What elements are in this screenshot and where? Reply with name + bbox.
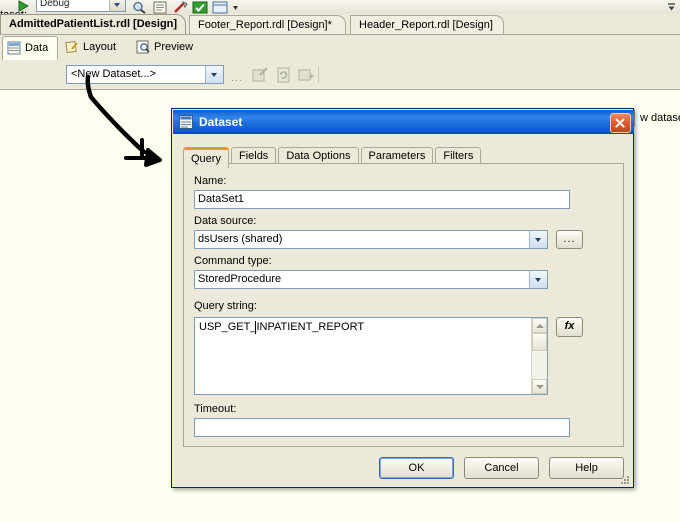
tab-data[interactable]: Data <box>2 36 58 60</box>
object-browser-icon[interactable] <box>212 1 228 14</box>
dataset-dialog: Dataset Query Fields Data Options Parame… <box>171 108 634 488</box>
command-type-label: Command type: <box>194 255 272 267</box>
cancel-button-label: Cancel <box>484 462 519 474</box>
name-label: Name: <box>194 175 227 187</box>
view-tab-bar: Data Layout Preview <box>0 35 680 60</box>
run-query-icon[interactable] <box>298 67 315 83</box>
document-tab-admitted-patient-list[interactable]: AdmittedPatientList.rdl [Design] <box>0 14 186 34</box>
tab-data-label: Data <box>25 42 49 54</box>
timeout-label: Timeout: <box>194 403 237 415</box>
preview-view-icon <box>136 40 150 54</box>
resize-grip[interactable] <box>620 475 630 485</box>
expression-button-label: fx <box>564 320 575 332</box>
build-configuration-combo[interactable]: Debug <box>36 0 126 12</box>
dataset-combo-value: <New Dataset...> <box>71 68 156 80</box>
layout-view-icon <box>65 40 78 54</box>
help-button-label: Help <box>575 462 598 474</box>
document-tab-label: Header_Report.rdl [Design] <box>359 19 493 31</box>
solution-explorer-icon[interactable] <box>192 1 208 14</box>
data-view-icon <box>7 41 21 55</box>
expression-button[interactable]: fx <box>556 317 583 337</box>
refresh-fields-icon[interactable] <box>275 67 292 83</box>
query-string-textarea[interactable]: USP_GET_INPATIENT_REPORT <box>194 317 548 395</box>
name-input-value: DataSet1 <box>198 193 244 205</box>
document-tab-label: AdmittedPatientList.rdl [Design] <box>9 18 178 30</box>
find-icon[interactable] <box>132 1 148 14</box>
tab-layout[interactable]: Layout <box>61 36 129 59</box>
document-tab-label: Footer_Report.rdl [Design]* <box>198 19 332 31</box>
query-scrollbar[interactable] <box>531 318 547 394</box>
dialog-title-text: Dataset <box>199 115 243 129</box>
name-input[interactable]: DataSet1 <box>194 190 570 209</box>
background-hint-text: w dataset <box>640 112 680 124</box>
dataset-combo[interactable]: <New Dataset...> <box>66 65 224 84</box>
help-button[interactable]: Help <box>549 457 624 479</box>
dialog-tab-label: Fields <box>238 150 269 162</box>
dialog-tab-label: Filters <box>443 150 474 162</box>
ok-button[interactable]: OK <box>379 457 454 479</box>
data-source-browse-button[interactable]: ... <box>556 230 583 249</box>
dataset-icon <box>179 115 193 129</box>
query-string-label: Query string: <box>194 300 257 312</box>
dataset-ellipsis: ... <box>231 72 244 84</box>
scroll-down-icon[interactable] <box>532 379 547 394</box>
document-tab-header-report[interactable]: Header_Report.rdl [Design] <box>350 15 504 34</box>
command-type-combo[interactable]: StoredProcedure <box>194 270 548 289</box>
edit-dataset-icon[interactable] <box>252 67 269 83</box>
text-caret <box>255 321 256 334</box>
timeout-input[interactable] <box>194 418 570 437</box>
tab-preview-label: Preview <box>154 41 194 53</box>
document-tab-footer-report[interactable]: Footer_Report.rdl [Design]* <box>189 15 346 34</box>
data-source-combo[interactable]: dsUsers (shared) <box>194 230 548 249</box>
dialog-titlebar[interactable]: Dataset <box>173 110 634 134</box>
close-icon[interactable] <box>610 113 631 133</box>
chevron-down-icon[interactable] <box>529 271 547 288</box>
data-source-label: Data source: <box>194 215 257 227</box>
main-toolbar: Debug <box>0 0 680 14</box>
dialog-tab-query[interactable]: Query <box>183 147 229 168</box>
toolbar-overflow-icon[interactable] <box>667 1 676 13</box>
build-configuration-value: Debug <box>40 0 70 9</box>
toolbox-icon[interactable] <box>172 1 188 14</box>
command-type-value: StoredProcedure <box>198 273 282 285</box>
toolbar-separator <box>318 67 319 83</box>
chevron-down-icon[interactable] <box>109 0 125 11</box>
scroll-up-icon[interactable] <box>532 318 547 333</box>
chevron-down-icon[interactable] <box>529 231 547 248</box>
document-tab-bar: AdmittedPatientList.rdl [Design] Footer_… <box>0 14 680 35</box>
tab-layout-label: Layout <box>83 41 117 53</box>
tab-preview[interactable]: Preview <box>132 36 210 59</box>
toolbar-overflow-caret-icon[interactable] <box>232 1 239 14</box>
data-source-value: dsUsers (shared) <box>198 233 283 245</box>
dialog-tab-label: Parameters <box>368 150 426 162</box>
dialog-tab-strip: Query Fields Data Options Parameters Fil… <box>183 145 483 168</box>
dialog-tab-label: Data Options <box>286 150 351 162</box>
cancel-button[interactable]: Cancel <box>464 457 539 479</box>
query-tab-panel: Name: DataSet1 Data source: dsUsers (sha… <box>183 163 624 447</box>
dialog-tab-label: Query <box>191 153 221 165</box>
ok-button-label: OK <box>408 462 425 474</box>
data-source-browse-label: ... <box>563 233 576 245</box>
query-string-value: USP_GET_INPATIENT_REPORT <box>199 321 365 333</box>
scrollbar-thumb[interactable] <box>532 333 547 351</box>
chevron-down-icon[interactable] <box>205 66 223 83</box>
properties-window-icon[interactable] <box>152 1 168 14</box>
